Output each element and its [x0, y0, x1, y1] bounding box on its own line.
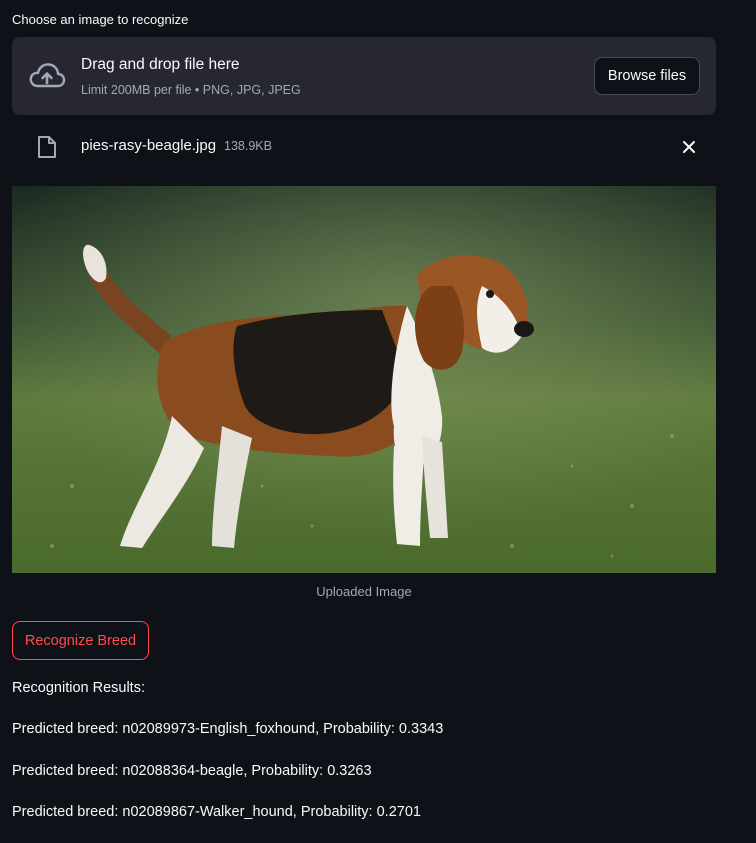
file-size: 138.9KB	[224, 139, 272, 153]
result-line: Predicted breed: n02089867-Walker_hound,…	[12, 804, 421, 820]
recognize-breed-button[interactable]: Recognize Breed	[12, 621, 149, 660]
dropzone-limit-text: Limit 200MB per file • PNG, JPG, JPEG	[81, 83, 301, 97]
results-title: Recognition Results:	[12, 680, 145, 696]
file-dropzone[interactable]: Drag and drop file here Limit 200MB per …	[12, 37, 716, 115]
uploaded-file-row: pies-rasy-beagle.jpg 138.9KB	[12, 128, 716, 166]
result-line: Predicted breed: n02089973-English_foxho…	[12, 721, 444, 737]
app-page: Choose an image to recognize Drag and dr…	[0, 0, 756, 843]
file-icon	[38, 136, 56, 158]
file-name: pies-rasy-beagle.jpg	[81, 137, 217, 154]
browse-files-button[interactable]: Browse files	[594, 57, 700, 95]
result-line: Predicted breed: n02088364-beagle, Proba…	[12, 763, 372, 779]
uploaded-image	[12, 186, 716, 573]
close-icon[interactable]	[679, 137, 699, 157]
cloud-upload-icon	[29, 63, 66, 88]
uploader-label: Choose an image to recognize	[12, 12, 189, 27]
dropzone-title: Drag and drop file here	[81, 56, 240, 73]
image-caption: Uploaded Image	[316, 584, 412, 599]
beagle-photo	[12, 186, 716, 573]
